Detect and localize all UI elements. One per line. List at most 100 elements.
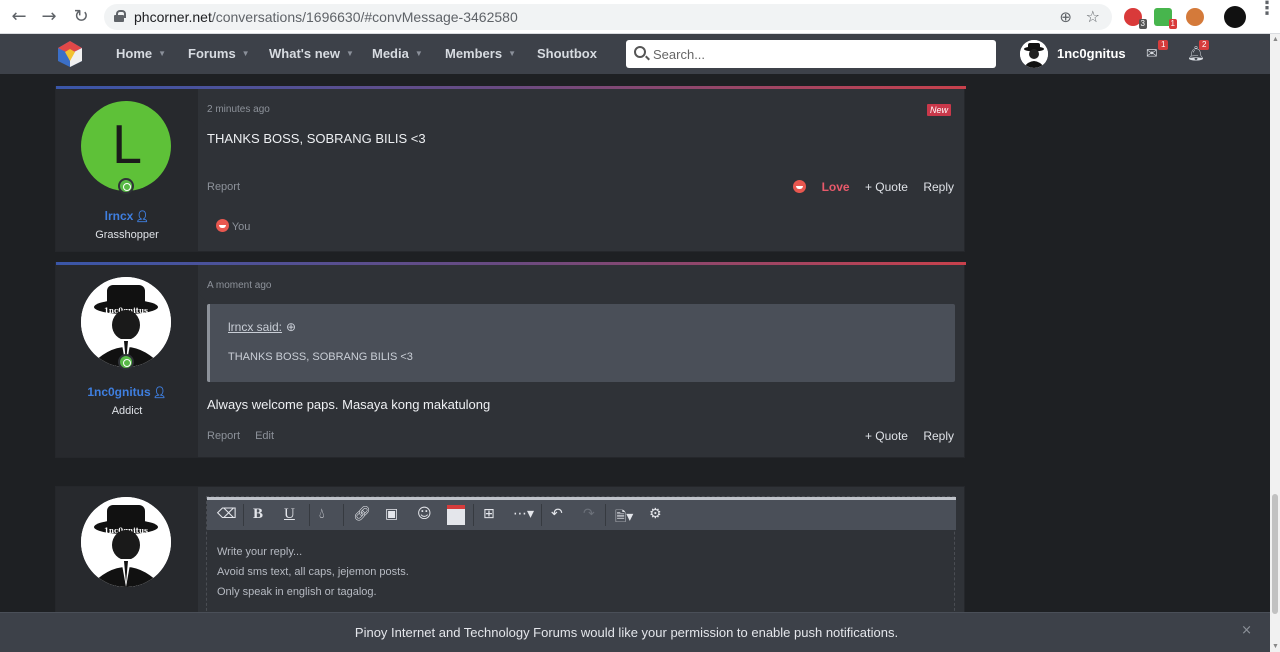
message-user-column: L lrncx 👤︎ Grasshopper: [56, 89, 198, 251]
nav-shoutbox[interactable]: Shoutbox: [537, 46, 597, 61]
message-actions-right: Love + Quote Reply: [769, 180, 954, 194]
drafts-icon[interactable]: 🗎▾: [615, 506, 633, 530]
nav-media[interactable]: Media ▼: [372, 46, 423, 61]
push-notification-text[interactable]: Pinoy Internet and Technology Forums wou…: [0, 625, 1253, 640]
quote-button[interactable]: + Quote: [865, 180, 908, 194]
back-icon[interactable]: ←: [8, 6, 30, 28]
online-status-icon: [118, 354, 134, 370]
report-link[interactable]: Report: [207, 430, 240, 442]
toolbar-divider: [605, 504, 606, 526]
edit-link[interactable]: Edit: [255, 430, 274, 442]
report-link[interactable]: Report: [207, 181, 240, 193]
site-logo[interactable]: [55, 39, 85, 69]
underline-button[interactable]: U: [284, 506, 295, 523]
user-rank: Grasshopper: [95, 229, 159, 241]
love-emoji-icon: [793, 180, 807, 193]
user-rank: Addict: [111, 405, 143, 417]
avatar[interactable]: 1nc0gnitus: [81, 497, 171, 587]
message-username[interactable]: 1nc0gnitus 👤︎: [56, 385, 198, 399]
inbox-icon[interactable]: ✉: [1146, 46, 1158, 62]
quote-block: lrncx said: ⊕ THANKS BOSS, SOBRANG BILIS …: [207, 304, 955, 382]
site-navbar: Home ▼ Forums ▼ What's new ▼ Media ▼ Members…: [0, 34, 1270, 74]
reply-editor[interactable]: ⌫ B U 💧︎ 🔗︎ ▣ ☺ ⊞ ⋯▾ ↶ ↷ 🗎▾ ⚙ Write your…: [206, 496, 956, 616]
color-drop-icon[interactable]: 💧︎: [319, 506, 325, 522]
message-arrow: [198, 109, 206, 125]
chevron-down-icon: ▼: [346, 49, 354, 58]
message-actions-left: Report: [207, 181, 252, 193]
url-text[interactable]: phcorner.net/conversations/1696630/#conv…: [134, 9, 518, 25]
push-notification-bar: Pinoy Internet and Technology Forums wou…: [0, 612, 1270, 652]
search-icon: [634, 46, 646, 58]
search-input[interactable]: [653, 44, 983, 64]
toolbar-divider: [541, 504, 542, 526]
more-options-icon[interactable]: ⋯▾: [513, 506, 534, 522]
image-icon[interactable]: ▣: [385, 506, 398, 522]
add-icon[interactable]: ⊕: [1059, 8, 1072, 26]
scrollbar-thumb[interactable]: [1272, 494, 1278, 614]
message-actions-right: + Quote Reply: [853, 429, 954, 443]
gif-icon[interactable]: [447, 505, 465, 525]
new-badge: New: [927, 104, 952, 116]
message-time[interactable]: A moment ago: [207, 280, 271, 291]
table-icon[interactable]: ⊞: [483, 506, 495, 522]
toolbar-divider: [309, 504, 310, 526]
search-box[interactable]: [626, 40, 996, 68]
message-time[interactable]: 2 minutes ago: [207, 104, 270, 115]
eraser-icon[interactable]: ⌫: [217, 506, 237, 522]
bold-button[interactable]: B: [253, 506, 263, 523]
extension-check-icon[interactable]: 1: [1154, 8, 1177, 29]
inbox-badge: 1: [1158, 40, 1169, 50]
message-actions-left: Report Edit: [207, 430, 286, 442]
reply-user-column: 1nc0gnitus: [56, 487, 198, 625]
extension-icon[interactable]: 3: [1124, 8, 1147, 29]
nav-forums[interactable]: Forums ▼: [188, 46, 250, 61]
message-arrow: [198, 285, 206, 301]
message-user-column: 1nc0gnitus 1nc0gnitus👤︎ Addict: [56, 265, 198, 457]
love-emoji-icon: [216, 219, 229, 232]
forward-icon[interactable]: →: [38, 6, 60, 28]
message-body: THANKS BOSS, SOBRANG BILIS <3: [207, 131, 426, 146]
emoji-icon[interactable]: ☺: [417, 506, 432, 522]
scroll-up-icon[interactable]: ▲: [1272, 36, 1279, 43]
address-bar[interactable]: phcorner.net/conversations/1696630/#conv…: [104, 4, 1112, 30]
alerts-badge: 2: [1199, 40, 1210, 50]
settings-gear-icon[interactable]: ⚙: [649, 506, 662, 522]
chevron-down-icon: ▼: [508, 49, 516, 58]
message-post: 1nc0gnitus 1nc0gnitus👤︎ Addict A moment …: [55, 262, 966, 458]
chevron-down-icon: ▼: [241, 49, 250, 58]
bookmark-star-icon[interactable]: ☆: [1086, 7, 1100, 26]
reload-icon[interactable]: ↻: [70, 6, 92, 28]
message-post: L lrncx 👤︎ Grasshopper 2 minutes ago New …: [55, 86, 966, 252]
scroll-down-icon[interactable]: ▼: [1272, 643, 1279, 650]
reaction-bar[interactable]: You: [216, 219, 250, 233]
toolbar-divider: [243, 504, 244, 526]
browser-menu-icon[interactable]: ⋮: [1258, 0, 1276, 18]
nav-whats-new[interactable]: What's new ▼: [269, 46, 354, 61]
extension-cookie-icon[interactable]: [1186, 8, 1204, 26]
online-status-icon: [118, 178, 134, 194]
editor-placeholder[interactable]: Write your reply... Avoid sms text, all …: [217, 542, 409, 602]
user-avatar[interactable]: [1020, 40, 1048, 68]
redo-icon: ↷: [583, 506, 595, 522]
arrow-up-circle-icon[interactable]: ⊕: [286, 320, 296, 334]
link-icon[interactable]: 🔗︎: [353, 506, 371, 522]
nav-members[interactable]: Members ▼: [445, 46, 516, 61]
reply-button[interactable]: Reply: [923, 180, 954, 194]
quote-text: THANKS BOSS, SOBRANG BILIS <3: [228, 351, 413, 363]
nav-username[interactable]: 1nc0gnitus: [1057, 46, 1126, 61]
toolbar-divider: [343, 504, 344, 526]
message-username[interactable]: lrncx 👤︎: [56, 209, 198, 223]
page-scrollbar[interactable]: ▲ ▼: [1270, 34, 1280, 652]
close-icon[interactable]: ×: [1241, 623, 1252, 638]
toolbar-divider: [473, 504, 474, 526]
chevron-down-icon: ▼: [414, 49, 423, 58]
love-reaction-button[interactable]: Love: [781, 180, 850, 194]
quote-author-link[interactable]: lrncx said: ⊕: [228, 320, 296, 334]
browser-profile-icon[interactable]: [1224, 6, 1246, 28]
nav-home[interactable]: Home ▼: [116, 46, 166, 61]
reply-button[interactable]: Reply: [923, 429, 954, 443]
browser-chrome: ← → ↻ phcorner.net/conversations/1696630…: [0, 0, 1280, 34]
lock-icon: [114, 10, 126, 22]
undo-icon[interactable]: ↶: [551, 506, 563, 522]
quote-button[interactable]: + Quote: [865, 429, 908, 443]
